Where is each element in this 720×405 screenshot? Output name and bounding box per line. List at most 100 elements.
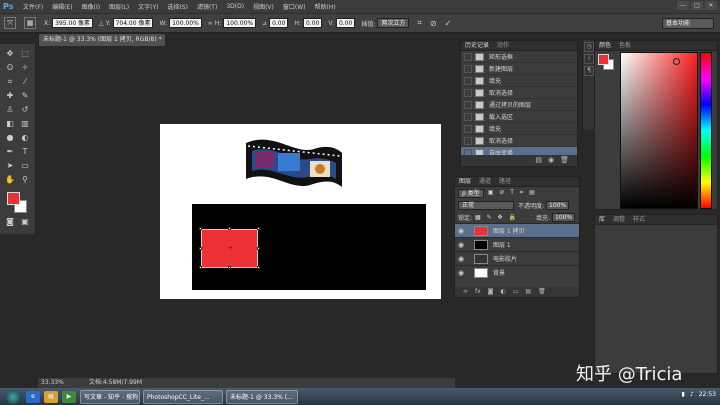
clock[interactable]: 22:53	[699, 391, 716, 398]
menu-view[interactable]: 视图(V)	[253, 2, 274, 11]
transform-handle[interactable]	[257, 247, 260, 250]
history-brush-icon[interactable]: ↺	[19, 104, 31, 115]
layer-filter-select[interactable]: ρ 类型	[458, 188, 484, 198]
menu-image[interactable]: 图像(I)	[82, 2, 100, 11]
history-dock-icon[interactable]: ◷	[584, 42, 594, 52]
crop-tool-icon[interactable]: ⌗	[4, 76, 16, 87]
adjustment-icon[interactable]: ◐	[501, 287, 506, 297]
history-item[interactable]: 矩形选框	[461, 51, 577, 63]
new-document-icon[interactable]: ▤	[535, 155, 542, 166]
w-field[interactable]: 100.00%	[169, 18, 202, 28]
mask-icon[interactable]: ◙	[488, 287, 494, 297]
tab-adjustments[interactable]: 调整	[609, 215, 629, 224]
menu-select[interactable]: 选择(S)	[167, 2, 188, 11]
link-layers-icon[interactable]: ∞	[463, 287, 468, 297]
volume-icon[interactable]: ♪	[690, 391, 694, 398]
tab-history[interactable]: 历史记录	[461, 41, 493, 50]
visibility-eye-icon[interactable]: ◉	[458, 227, 468, 235]
history-item[interactable]: 取消选择	[461, 135, 577, 147]
color-picker-field[interactable]	[620, 52, 698, 209]
menu-file[interactable]: 文件(F)	[23, 2, 43, 11]
dodge-tool-icon[interactable]: ◐	[19, 132, 31, 143]
h-field[interactable]: 100.00%	[223, 18, 257, 28]
tab-layers[interactable]: 图层	[455, 177, 475, 186]
screen-mode-icon[interactable]: ▣	[19, 216, 31, 227]
blur-tool-icon[interactable]: ●	[4, 132, 16, 143]
fill-field[interactable]: 100%	[551, 212, 576, 222]
history-state-box[interactable]	[464, 124, 472, 133]
shape-tool-icon[interactable]: ▭	[19, 160, 31, 171]
magic-wand-icon[interactable]: ✧	[19, 62, 31, 73]
zoom-level[interactable]: 33.33%	[41, 378, 64, 388]
transform-handle[interactable]	[199, 227, 202, 230]
x-field[interactable]: 395.00 像素	[52, 18, 94, 28]
layer-name[interactable]: 背景	[493, 268, 505, 277]
paragraph-dock-icon[interactable]: ¶	[584, 66, 594, 76]
hue-slider[interactable]	[700, 52, 712, 209]
history-state-box[interactable]	[464, 88, 472, 97]
transform-handle[interactable]	[257, 227, 260, 230]
task-photoshop-document[interactable]: 未标题-1 @ 33.3% (...	[226, 389, 298, 404]
snapshot-icon[interactable]: ◉	[548, 155, 554, 166]
path-select-icon[interactable]: ➤	[4, 160, 16, 171]
transform-handle[interactable]	[228, 227, 231, 230]
brush-tool-icon[interactable]: ✎	[19, 90, 31, 101]
transform-handle[interactable]	[228, 266, 231, 269]
menu-filter[interactable]: 滤镜(T)	[197, 2, 217, 11]
history-state-box[interactable]	[464, 100, 472, 109]
foreground-color-swatch[interactable]	[7, 192, 20, 205]
maximize-button[interactable]: □	[691, 1, 703, 10]
layer-name[interactable]: 电影胶片	[493, 254, 517, 263]
transform-handle[interactable]	[257, 266, 260, 269]
interpolation-select[interactable]: 两次立方	[377, 18, 410, 28]
lock-icons[interactable]: ▦ ✎ ✥ 🔒	[475, 214, 518, 221]
history-item[interactable]: 通过拷贝的图层	[461, 99, 577, 111]
close-button[interactable]: ✕	[705, 1, 717, 10]
tab-channels[interactable]: 通道	[475, 177, 495, 186]
folder-icon[interactable]: ▭	[513, 287, 519, 297]
reference-point-icon[interactable]: ▦	[24, 17, 36, 29]
lasso-tool-icon[interactable]: ʘ	[4, 62, 16, 73]
transform-handle[interactable]	[199, 266, 202, 269]
history-item[interactable]: 载入选区	[461, 111, 577, 123]
history-item[interactable]: 填充	[461, 75, 577, 87]
minimize-button[interactable]: —	[677, 1, 689, 10]
menu-help[interactable]: 帮助(H)	[315, 2, 336, 11]
history-state-box[interactable]	[464, 76, 472, 85]
layer-row[interactable]: ◉ 图层 1	[455, 237, 579, 251]
move-tool-icon[interactable]: ✥	[4, 48, 16, 59]
quick-mask-icon[interactable]: ◙	[4, 216, 16, 227]
stamp-tool-icon[interactable]: ♙	[4, 104, 16, 115]
type-tool-icon[interactable]: T	[19, 146, 31, 157]
menu-layer[interactable]: 图层(L)	[109, 2, 129, 11]
link-icon[interactable]: ∞	[208, 20, 213, 27]
blend-mode-select[interactable]: 正常	[458, 200, 514, 210]
history-state-box[interactable]	[464, 52, 472, 61]
visibility-eye-icon[interactable]: ◉	[458, 255, 468, 263]
menu-edit[interactable]: 编辑(E)	[52, 2, 72, 11]
task-zhihu[interactable]: 写文章 - 知乎 - 搜狗...	[80, 389, 140, 404]
pen-tool-icon[interactable]: ✒	[4, 146, 16, 157]
history-item[interactable]: 填充	[461, 123, 577, 135]
gradient-tool-icon[interactable]: ▥	[19, 118, 31, 129]
history-state-box[interactable]	[464, 136, 472, 145]
workspace-select[interactable]: 基本功能	[662, 18, 714, 29]
layer-row[interactable]: ◉ 背景	[455, 265, 579, 279]
layer-row[interactable]: ◉ 电影胶片	[455, 251, 579, 265]
tab-styles[interactable]: 样式	[629, 215, 649, 224]
filter-icons[interactable]: ▣ ⊘ T ⌗ ▤	[488, 189, 537, 197]
layer-name[interactable]: 图层 1 拷贝	[493, 226, 525, 235]
y-field[interactable]: 704.00 像素	[112, 18, 154, 28]
red-rectangle-layer[interactable]: +	[201, 229, 258, 268]
layer-row[interactable]: ◉ 图层 1 拷贝	[455, 223, 579, 237]
delete-layer-icon[interactable]: 🗑	[538, 287, 546, 297]
document-tab[interactable]: 未标题-1 @ 33.3% (图层 1 拷贝, RGB/8) *	[38, 33, 166, 46]
hskew-field[interactable]: 0.00	[302, 18, 323, 28]
history-state-box[interactable]	[464, 64, 472, 73]
tab-actions[interactable]: 动作	[493, 41, 513, 50]
healing-brush-icon[interactable]: ✚	[4, 90, 16, 101]
angle-field[interactable]: 0.00	[269, 18, 289, 28]
color-picker-cursor[interactable]	[673, 58, 680, 65]
ie-icon[interactable]: e	[26, 390, 40, 403]
fx-icon[interactable]: fx	[475, 287, 481, 297]
